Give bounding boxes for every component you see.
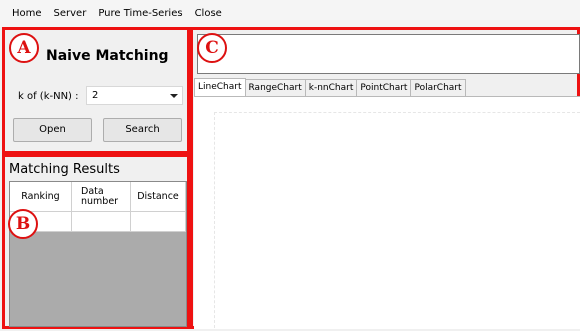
menu-bar: Home Server Pure Time-Series Close (0, 0, 580, 27)
chart-plot-area[interactable] (214, 112, 580, 328)
k-nn-select[interactable]: 2 (86, 86, 183, 105)
column-distance[interactable]: Distance (131, 182, 186, 212)
menu-home[interactable]: Home (0, 0, 48, 27)
marker-a: A (9, 33, 39, 63)
menu-server[interactable]: Server (48, 0, 93, 27)
open-button[interactable]: Open (13, 118, 92, 142)
marker-b: B (8, 209, 38, 239)
menu-pure-time-series[interactable]: Pure Time-Series (92, 0, 188, 27)
k-nn-select-value: 2 (92, 90, 99, 101)
k-nn-label: k of (k-NN) : (18, 91, 79, 102)
tab-linechart[interactable]: LineChart (194, 78, 246, 96)
column-data-number[interactable]: Data number (72, 182, 131, 212)
chart-tabs: LineChart RangeChart k-nnChart PointChar… (194, 78, 466, 96)
tab-pointchart[interactable]: PointChart (356, 79, 412, 96)
marker-c: C (197, 33, 227, 63)
results-table-header: Ranking Data number Distance (10, 182, 186, 212)
search-button[interactable]: Search (103, 118, 182, 142)
tab-knnchart[interactable]: k-nnChart (304, 79, 358, 96)
tab-content (194, 96, 580, 329)
table-cell (72, 212, 131, 232)
tab-polarchart[interactable]: PolarChart (410, 79, 466, 96)
panel-a-title: Naive Matching (46, 48, 169, 64)
chevron-down-icon (170, 94, 178, 98)
menu-close[interactable]: Close (189, 0, 228, 27)
tab-rangechart[interactable]: RangeChart (244, 79, 306, 96)
table-empty-area (10, 232, 186, 326)
query-display-box[interactable] (197, 34, 580, 74)
matching-results-title: Matching Results (9, 162, 120, 177)
results-table[interactable]: Ranking Data number Distance (9, 181, 187, 327)
column-ranking[interactable]: Ranking (10, 182, 72, 212)
table-cell (131, 212, 186, 232)
